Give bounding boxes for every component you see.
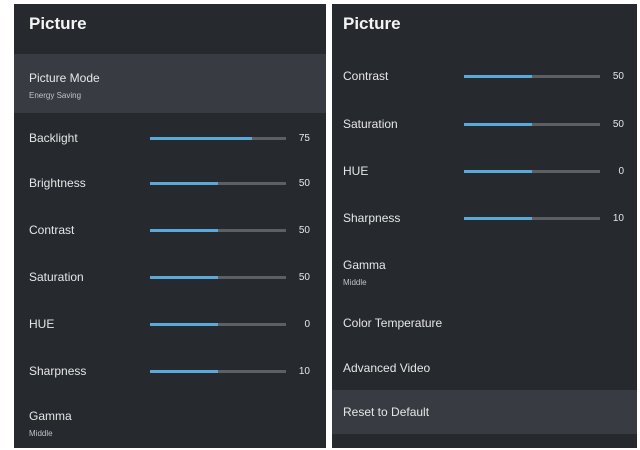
right-slider-saturation[interactable]: Saturation 50 (332, 105, 637, 145)
right-slider-contrast[interactable]: Contrast 50 (332, 57, 637, 97)
slider-fill (150, 323, 218, 326)
slider-fill (150, 276, 218, 279)
slider-fill (150, 370, 218, 373)
slider-label: Sharpness (29, 364, 87, 378)
slider-value: 50 (298, 178, 310, 189)
picture-mode-item[interactable]: Picture Mode Energy Saving (14, 54, 326, 113)
slider-label: Brightness (29, 176, 86, 190)
gamma-label: Gamma (29, 409, 72, 423)
left-slider-saturation[interactable]: Saturation 50 (14, 258, 326, 298)
slider-value: 75 (298, 133, 310, 144)
slider-value: 50 (298, 225, 310, 236)
slider-label: Saturation (343, 117, 398, 131)
slider-track[interactable] (150, 137, 286, 140)
slider-fill (464, 217, 532, 220)
right-menu-title: Picture (343, 14, 401, 33)
right-picture-menu: Picture Contrast 50 Saturation 50 HUE 0 … (332, 4, 637, 448)
left-menu-title: Picture (29, 14, 87, 33)
left-slider-sharpness[interactable]: Sharpness 10 (14, 352, 326, 392)
slider-fill (150, 182, 218, 185)
slider-value: 0 (618, 166, 624, 177)
slider-label: HUE (29, 317, 55, 331)
slider-track[interactable] (464, 170, 600, 173)
slider-track[interactable] (150, 229, 286, 232)
slider-value: 50 (612, 119, 624, 130)
slider-track[interactable] (464, 123, 600, 126)
slider-label: HUE (343, 164, 369, 178)
right-gamma-item[interactable]: Gamma Middle (332, 247, 637, 295)
slider-label: Contrast (29, 223, 75, 237)
right-slider-hue[interactable]: HUE 0 (332, 152, 637, 192)
picture-mode-value: Energy Saving (29, 91, 82, 100)
advanced-video-label: Advanced Video (343, 361, 431, 375)
slider-fill (464, 123, 532, 126)
slider-label: Sharpness (343, 211, 401, 225)
picture-mode-label: Picture Mode (29, 71, 100, 85)
slider-value: 0 (304, 319, 310, 330)
slider-fill (150, 229, 218, 232)
gamma-label: Gamma (343, 258, 386, 272)
slider-track[interactable] (464, 217, 600, 220)
slider-fill (150, 137, 252, 140)
reset-to-default-item[interactable]: Reset to Default (332, 390, 637, 434)
color-temperature-label: Color Temperature (343, 316, 443, 330)
reset-to-default-label: Reset to Default (343, 405, 430, 419)
left-slider-backlight[interactable]: Backlight 75 (14, 119, 326, 159)
slider-value: 50 (298, 272, 310, 283)
slider-label: Contrast (343, 69, 389, 83)
slider-label: Backlight (29, 131, 78, 145)
left-slider-hue[interactable]: HUE 0 (14, 305, 326, 345)
left-slider-contrast[interactable]: Contrast 50 (14, 211, 326, 251)
left-slider-brightness[interactable]: Brightness 50 (14, 164, 326, 204)
slider-track[interactable] (150, 182, 286, 185)
slider-track[interactable] (150, 276, 286, 279)
slider-value: 10 (298, 366, 310, 377)
left-picture-menu: Picture Picture Mode Energy Saving Backl… (14, 4, 326, 448)
slider-track[interactable] (150, 323, 286, 326)
slider-track[interactable] (464, 75, 600, 78)
slider-track[interactable] (150, 370, 286, 373)
gamma-value: Middle (29, 429, 53, 438)
advanced-video-item[interactable]: Advanced Video (332, 347, 637, 389)
slider-value: 50 (612, 71, 624, 82)
slider-fill (464, 170, 532, 173)
right-slider-sharpness[interactable]: Sharpness 10 (332, 199, 637, 239)
left-gamma-item[interactable]: Gamma Middle (14, 398, 326, 446)
color-temperature-item[interactable]: Color Temperature (332, 302, 637, 344)
slider-value: 10 (612, 213, 624, 224)
slider-label: Saturation (29, 270, 84, 284)
slider-fill (464, 75, 532, 78)
gamma-value: Middle (343, 278, 367, 287)
